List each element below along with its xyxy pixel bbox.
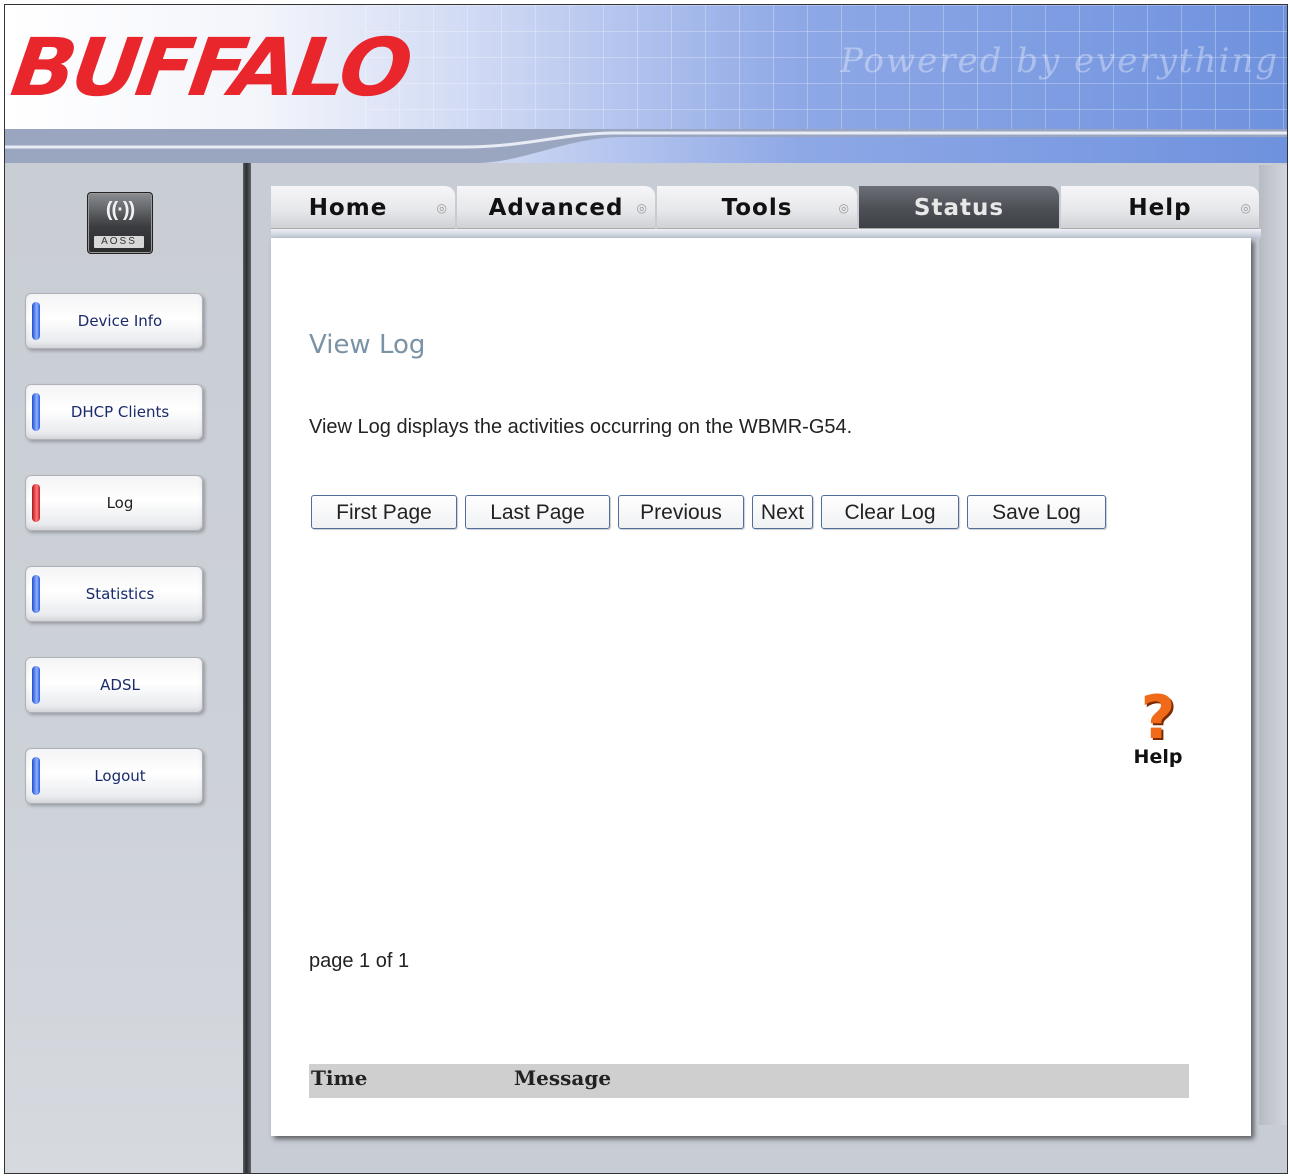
blue-pill-icon: [32, 666, 40, 704]
tab-label: Status: [913, 195, 1005, 221]
tab-label: Tools: [721, 195, 793, 221]
sidebar-item-logout[interactable]: Logout: [25, 748, 203, 804]
tab-help[interactable]: Help ◎: [1061, 186, 1259, 229]
sidebar-item-label: ADSL: [100, 676, 140, 694]
tab-dot-icon: ◎: [436, 201, 447, 215]
tab-status[interactable]: Status: [859, 186, 1059, 229]
sidebar-item-label: DHCP Clients: [70, 403, 170, 421]
column-header-message: Message: [514, 1066, 612, 1090]
blue-pill-icon: [32, 757, 40, 795]
sidebar-item-log[interactable]: Log: [25, 475, 203, 531]
sidebar-item-label: Logout: [94, 767, 146, 785]
next-button[interactable]: Next: [752, 495, 813, 529]
blue-pill-icon: [32, 302, 40, 340]
router-admin-window: Powered by everything BUFFALO ((·)) AOSS…: [4, 4, 1288, 1174]
page-title: View Log: [309, 330, 426, 360]
page-description: View Log displays the activities occurri…: [309, 416, 853, 438]
sidebar-item-adsl[interactable]: ADSL: [25, 657, 203, 713]
column-header-time: Time: [311, 1066, 368, 1090]
content-panel: View Log View Log displays the activitie…: [271, 238, 1251, 1136]
clear-log-button[interactable]: Clear Log: [821, 495, 959, 529]
help-link[interactable]: ? Help: [1133, 683, 1183, 768]
log-table-header: Time Message: [309, 1064, 1189, 1098]
save-log-button[interactable]: Save Log: [967, 495, 1106, 529]
tab-label: Advanced: [488, 195, 624, 221]
tab-advanced[interactable]: Advanced ◎: [457, 186, 655, 229]
aoss-label: AOSS: [94, 236, 144, 248]
tab-bar: Home ◎ Advanced ◎ Tools ◎ Status Help ◎: [271, 186, 1259, 229]
tab-dot-icon: ◎: [1240, 201, 1251, 215]
question-mark-icon: ?: [1140, 683, 1176, 753]
tab-home[interactable]: Home ◎: [271, 186, 455, 229]
sidebar-divider: [243, 163, 251, 1173]
buffalo-logo: BUFFALO: [5, 21, 415, 115]
sidebar-item-dhcp-clients[interactable]: DHCP Clients: [25, 384, 203, 440]
sidebar-item-label: Device Info: [77, 312, 163, 330]
last-page-button[interactable]: Last Page: [465, 495, 610, 529]
tab-tools[interactable]: Tools ◎: [657, 186, 857, 229]
sidebar: ((·)) AOSS Device Info DHCP Clients Log …: [5, 163, 243, 1173]
sidebar-item-label: Statistics: [85, 585, 155, 603]
previous-button[interactable]: Previous: [618, 495, 744, 529]
aoss-button[interactable]: ((·)) AOSS: [87, 192, 153, 254]
header-banner: Powered by everything BUFFALO: [5, 5, 1287, 163]
header-watermark: Powered by everything: [840, 41, 1279, 81]
right-frame-strip: [1259, 165, 1287, 1125]
red-pill-icon: [32, 484, 40, 522]
tab-dot-icon: ◎: [636, 201, 647, 215]
tab-dot-icon: ◎: [838, 201, 849, 215]
sidebar-item-device-info[interactable]: Device Info: [25, 293, 203, 349]
tab-label: Help: [1128, 195, 1192, 221]
blue-pill-icon: [32, 393, 40, 431]
page-count: page 1 of 1: [309, 950, 410, 972]
first-page-button[interactable]: First Page: [311, 495, 457, 529]
sidebar-item-statistics[interactable]: Statistics: [25, 566, 203, 622]
wireless-waves-icon: ((·)): [105, 199, 135, 221]
tab-label: Home: [308, 195, 388, 221]
blue-pill-icon: [32, 575, 40, 613]
help-label: Help: [1133, 746, 1183, 768]
sidebar-item-label: Log: [106, 494, 134, 512]
header-swoosh: [5, 129, 1287, 163]
